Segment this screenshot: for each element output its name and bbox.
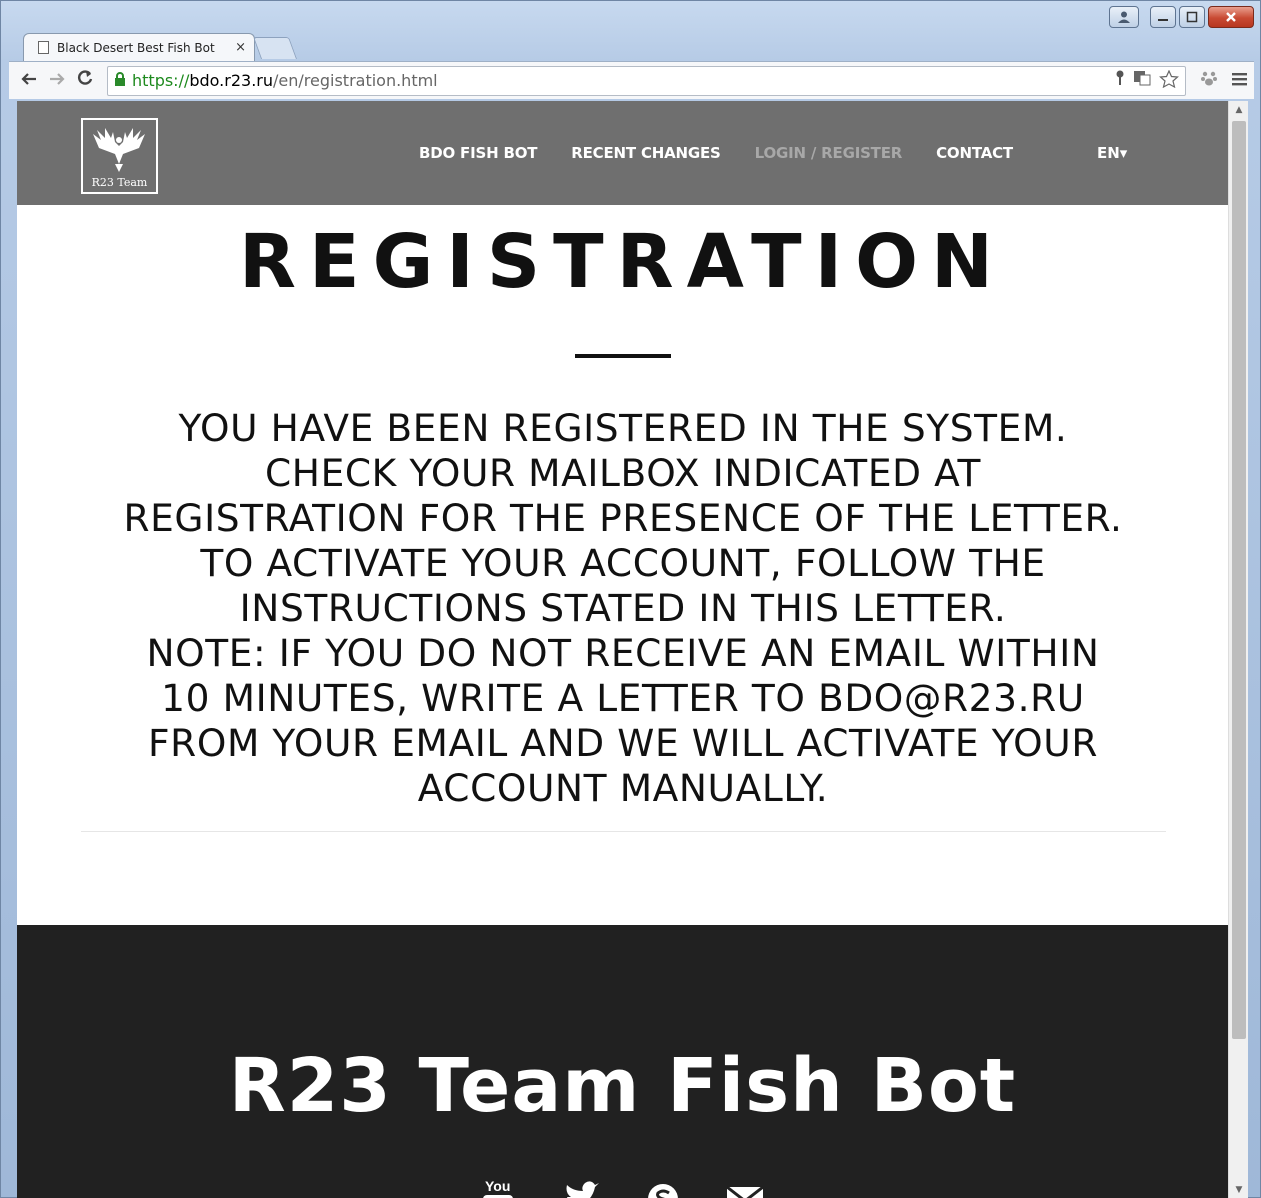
scroll-down-arrow-icon[interactable]: ▼ [1229,1181,1249,1198]
user-icon [1118,11,1130,23]
nav-bdo-fish-bot[interactable]: BDO FISH BOT [419,144,537,162]
document-icon [38,41,49,54]
message-line: FROM YOUR EMAIL AND WE WILL ACTIVATE YOU… [148,721,1098,765]
url-host: bdo.r23.ru [189,71,274,90]
title-bar: Black Desert Best Fish Bot × [1,1,1260,61]
skype-icon[interactable] [643,1177,683,1198]
key-icon[interactable] [1115,70,1125,92]
message-line: YOU HAVE BEEN REGISTERED IN THE SYSTEM. [178,406,1068,450]
site-footer: R23 Team Fish Bot You [17,925,1228,1198]
maximize-button[interactable] [1179,6,1205,28]
title-divider [575,354,671,358]
nav-contact[interactable]: CONTACT [936,144,1013,162]
page-title: REGISTRATION [239,219,1006,305]
browser-window: Black Desert Best Fish Bot × https:// bd… [0,0,1261,1198]
maximize-icon [1186,11,1198,23]
site-navbar: R23 Team BDO FISH BOT RECENT CHANGES LOG… [17,101,1228,205]
message-line: INSTRUCTIONS STATED IN THIS LETTER. [239,586,1007,630]
youtube-label: You [485,1178,510,1194]
email-icon[interactable] [725,1177,765,1198]
reload-icon [78,70,93,85]
bookmark-star-icon[interactable] [1159,69,1179,92]
lock-icon [114,71,126,90]
tab-close-icon[interactable]: × [235,40,246,55]
scroll-up-arrow-icon[interactable]: ▲ [1229,101,1249,119]
browser-toolbar: https:// bdo.r23.ru /en/registration.htm… [9,61,1254,99]
forward-arrow-icon [50,72,65,85]
tab-title: Black Desert Best Fish Bot [57,40,215,55]
back-button[interactable] [15,70,43,92]
message-line: REGISTRATION FOR THE PRESENCE OF THE LET… [123,496,1123,540]
twitter-icon[interactable] [561,1177,601,1198]
user-profile-button[interactable] [1109,6,1139,28]
minimize-button[interactable] [1150,6,1176,28]
language-dropdown[interactable]: EN▾ [1097,144,1127,162]
close-window-button[interactable] [1208,6,1254,28]
url-scheme: https:// [132,71,190,90]
reload-button[interactable] [71,69,99,92]
youtube-icon[interactable]: You [479,1177,519,1198]
new-tab-button[interactable] [252,37,298,59]
nav-recent-changes[interactable]: RECENT CHANGES [571,144,721,162]
content-divider [81,831,1166,832]
message-line: CHECK YOUR MAILBOX INDICATED AT [265,451,981,495]
browser-tab[interactable]: Black Desert Best Fish Bot × [23,33,255,61]
message-line: ACCOUNT MANUALLY. [417,766,829,810]
nav-login-register[interactable]: LOGIN / REGISTER [755,144,903,162]
page-viewport: R23 Team BDO FISH BOT RECENT CHANGES LOG… [17,101,1228,1198]
page-scrollbar[interactable]: ▲ ▼ [1228,101,1248,1198]
message-line: 10 MINUTES, WRITE A LETTER TO BDO@R23.RU [161,676,1085,720]
site-logo[interactable]: R23 Team [81,118,158,194]
eagle-icon [93,128,145,172]
minimize-icon [1158,19,1168,21]
forward-button[interactable] [43,70,71,92]
footer-title: R23 Team Fish Bot [228,1043,1017,1129]
back-arrow-icon [21,72,36,85]
message-line: NOTE: IF YOU DO NOT RECEIVE AN EMAIL WIT… [146,631,1100,675]
message-line: TO ACTIVATE YOUR ACCOUNT, FOLLOW THE [200,541,1046,585]
logo-text: R23 Team [91,176,148,189]
extension-paw-icon[interactable] [1200,69,1218,92]
close-icon [1226,12,1236,22]
scroll-thumb[interactable] [1232,121,1246,1039]
address-bar[interactable]: https:// bdo.r23.ru /en/registration.htm… [107,65,1186,96]
menu-icon[interactable] [1232,71,1248,91]
registration-message: YOU HAVE BEEN REGISTERED IN THE SYSTEM. … [77,406,1169,811]
url-path: /en/registration.html [273,71,438,90]
translate-icon[interactable] [1133,70,1151,92]
